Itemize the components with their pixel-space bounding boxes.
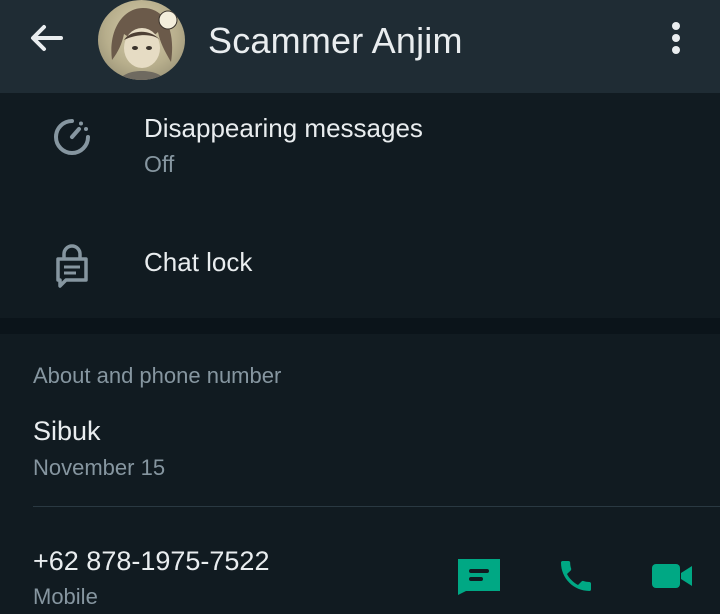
timer-icon xyxy=(48,113,96,161)
chat-lock-label: Chat lock xyxy=(144,247,253,277)
disappearing-messages-value: Off xyxy=(144,151,175,177)
chat-settings-section: Disappearing messages Off Chat lock xyxy=(0,93,720,318)
about-section-header: About and phone number xyxy=(33,363,282,388)
about-date: November 15 xyxy=(33,455,166,480)
phone-number[interactable]: +62 878-1975-7522 xyxy=(33,546,269,577)
video-call-button[interactable] xyxy=(648,552,696,600)
more-vertical-icon xyxy=(672,22,680,54)
divider-line xyxy=(33,506,720,507)
lock-icon xyxy=(48,241,96,289)
about-section: About and phone number Sibuk November 15… xyxy=(0,334,720,614)
message-icon xyxy=(458,559,500,595)
arrow-left-icon xyxy=(31,25,63,51)
video-call-icon xyxy=(652,564,692,588)
section-divider xyxy=(0,318,720,334)
more-options-button[interactable] xyxy=(656,14,696,62)
phone-type: Mobile xyxy=(33,584,98,609)
message-button[interactable] xyxy=(455,552,503,600)
disappearing-messages-row[interactable]: Disappearing messages Off xyxy=(0,93,720,205)
back-button[interactable] xyxy=(18,16,74,60)
phone-icon xyxy=(561,561,591,591)
app-bar: Scammer Anjim xyxy=(0,0,720,93)
contact-name[interactable]: Scammer Anjim xyxy=(208,20,463,62)
contact-avatar[interactable] xyxy=(98,0,185,80)
avatar-image xyxy=(111,8,178,80)
voice-call-button[interactable] xyxy=(552,552,600,600)
about-text[interactable]: Sibuk xyxy=(33,416,101,447)
chat-lock-row[interactable]: Chat lock xyxy=(0,217,720,313)
disappearing-messages-label: Disappearing messages xyxy=(144,113,423,143)
